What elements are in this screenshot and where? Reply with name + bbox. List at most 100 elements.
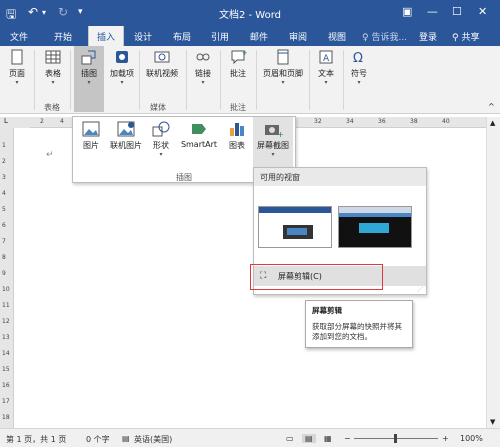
smartart-label: SmartArt [180,140,218,149]
person-icon: ⚲ [452,33,459,43]
addins-label: 加载项 [110,69,134,78]
web-layout-icon[interactable]: ▦ [324,434,332,443]
addins-button[interactable]: 加载项 ▾ [108,48,136,87]
ruler-tick: 8 [2,254,6,261]
page-count[interactable]: 第 1 页，共 1 页 [6,434,66,445]
chevron-down-icon: ▾ [120,79,124,86]
chevron-down-icon: ▾ [159,151,163,158]
tab-view[interactable]: 视图 [328,30,346,43]
camera-icon: + [265,125,283,138]
svg-text:Ω: Ω [353,51,363,66]
screenshot-button[interactable]: + 屏幕截图 ▾ [253,117,293,170]
tab-selector[interactable]: L [0,117,30,128]
ruler-tick: 11 [2,302,10,309]
title-bar: 🖫 ↶ ▾ ↻ ▾ 文档2 - Word ▣ — ☐ ✕ [0,0,500,26]
online-pictures-label: 联机图片 [110,141,142,150]
ribbon-display-icon[interactable]: ▣ [402,5,412,18]
tables-group-label: 表格 [44,103,60,112]
ruler-tick: 2 [40,118,44,125]
ruler-tick: 14 [2,350,10,357]
vertical-ruler[interactable]: 1 2 3 4 5 6 7 8 9 10 11 12 13 14 15 16 1… [0,128,14,428]
chevron-down-icon: ▾ [87,79,91,86]
divider [139,50,140,110]
online-pictures-button[interactable]: 联机图片 [107,120,145,151]
share-button[interactable]: ⚲ 共享 [452,30,479,43]
window-thumbnail[interactable] [338,206,412,248]
online-picture-icon [117,121,135,137]
svg-text:A: A [323,54,330,64]
online-video-label: 联机视频 [146,69,178,78]
divider [70,50,71,110]
header-footer-button[interactable]: 页眉和页脚 ▾ [260,48,306,87]
text-button[interactable]: A 文本 ▾ [313,48,339,87]
media-group-label: 媒体 [150,103,166,112]
table-button[interactable]: 表格 ▾ [40,48,66,87]
divider [343,50,344,110]
store-icon [116,51,128,63]
links-button[interactable]: 链接 ▾ [190,48,216,87]
comment-label: 批注 [230,69,246,78]
ruler-tick: 16 [2,382,10,389]
symbols-button[interactable]: Ω 符号 ▾ [346,48,372,87]
smartart-button[interactable]: SmartArt [177,120,221,149]
zoom-out-icon[interactable]: − [344,434,351,443]
svg-text:+: + [277,130,283,138]
divider [309,50,310,110]
tab-references[interactable]: 引用 [211,30,229,43]
maximize-icon[interactable]: ☐ [452,5,462,18]
shapes-button[interactable]: 形状 ▾ [149,120,173,158]
language-indicator[interactable]: 英语(美国) [134,434,172,445]
ruler-tick: 9 [2,270,6,277]
pages-label: 页面 [9,69,25,78]
zoom-in-icon[interactable]: + [442,434,449,443]
chevron-down-icon: ▾ [357,79,361,86]
tab-review[interactable]: 审阅 [289,30,307,43]
ruler-tick: 32 [314,118,322,125]
pictures-button[interactable]: 图片 [77,120,105,151]
minimize-icon[interactable]: — [427,5,438,18]
online-video-button[interactable]: 联机视频 [142,48,182,79]
tell-me-search[interactable]: ♀ 告诉我... [362,30,407,43]
chart-button[interactable]: 图表 [225,120,249,151]
illustrations-button[interactable]: 插图 ▾ [74,46,104,112]
paragraph-mark-icon: ↵ [46,150,54,160]
chevron-down-icon: ▾ [271,151,275,158]
print-layout-icon[interactable]: ▤ [302,434,316,443]
tab-file[interactable]: 文件 [10,30,28,43]
video-icon [154,51,170,63]
zoom-level[interactable]: 100% [460,434,483,443]
tab-design[interactable]: 设计 [134,30,152,43]
collapse-ribbon-icon[interactable]: ^ [488,102,495,111]
screen-clipping-tooltip: 屏幕剪辑 获取部分屏幕的快照并将其添加到您的文档。 [305,300,413,348]
ruler-tick: 12 [2,318,10,325]
smartart-icon [192,124,206,134]
omega-icon: Ω [353,51,363,66]
sign-in-link[interactable]: 登录 [419,30,437,43]
pages-button[interactable]: 页面 ▾ [4,48,30,87]
scroll-down-icon[interactable]: ▼ [490,418,495,426]
status-bar: 第 1 页，共 1 页 0 个字 ▤ 英语(美国) ▭ ▤ ▦ − + 100% [0,428,500,447]
thumbnail-titlebar [339,207,411,213]
resize-grip-icon[interactable]: ⋰ [417,286,423,293]
word-count[interactable]: 0 个字 [86,434,110,445]
shapes-icon [152,121,170,137]
ruler-tick: 40 [442,118,450,125]
ribbon-tabs: 文件 开始 插入 设计 布局 引用 邮件 审阅 视图 ♀ 告诉我... 登录 ⚲… [0,26,500,46]
ruler-tick: 4 [2,190,6,197]
close-icon[interactable]: ✕ [478,5,487,18]
ribbon-insert: 页面 ▾ 表格 ▾ 表格 插图 ▾ 加载项 ▾ 联机视频 媒体 链接 ▾ + 批… [0,46,500,114]
tooltip-description: 获取部分屏幕的快照并将其添加到您的文档。 [312,322,402,341]
textbox-icon: A [319,50,333,64]
zoom-slider-thumb[interactable] [394,434,397,443]
comment-button[interactable]: + 批注 [224,48,252,79]
scroll-up-icon[interactable]: ▲ [490,119,495,127]
proofing-icon[interactable]: ▤ [122,434,130,443]
focus-mode-icon[interactable]: ▭ [286,434,294,443]
tab-insert[interactable]: 插入 [88,26,124,46]
window-thumbnail[interactable] [258,206,332,248]
table-icon [45,50,61,64]
tab-layout[interactable]: 布局 [173,30,191,43]
vertical-scrollbar[interactable]: ▲ ▼ [486,117,500,428]
tab-mailings[interactable]: 邮件 [250,30,268,43]
tab-home[interactable]: 开始 [54,30,72,43]
